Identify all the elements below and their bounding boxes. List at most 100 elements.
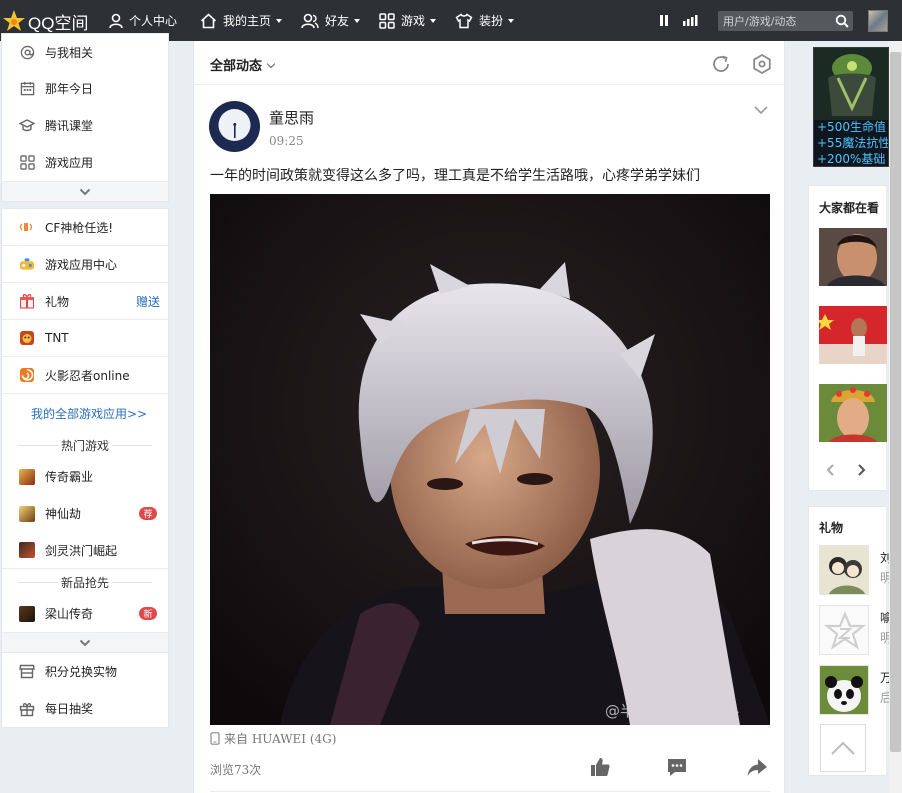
liangshan-game-icon [19,605,35,622]
sidebar-item-mentions[interactable]: 与我相关 [2,34,168,70]
qzone-star-icon [820,606,868,654]
post-photo[interactable]: @半撩米 | 英语杰斗 [210,194,770,725]
at-icon [20,45,34,59]
chevron-down-icon [266,59,276,69]
sidebar-top-panel: 与我相关 那年今日 腾讯课堂 游戏应用 [1,33,169,202]
shenxianjie-game-icon [19,505,35,522]
user-icon [109,13,123,28]
sidebar-item-daily-draw[interactable]: 每日抽奖 [2,690,168,727]
nav-label: 好友 [325,14,350,28]
back-to-top-button[interactable] [820,724,866,772]
sidebar-item-label: TNT [45,331,69,345]
speaker-icon [19,223,33,231]
signal-bars-icon[interactable] [682,14,698,27]
post-source-text: 来自 HUAWEI (4G) [224,732,337,746]
comment-icon[interactable] [666,756,688,778]
post-author-avatar[interactable] [209,101,260,152]
trending-thumbnail[interactable] [819,228,887,286]
phone-icon [210,732,220,745]
photo-illustration: @半撩米 | 英语杰斗 [210,194,770,725]
gift-thumbnail[interactable] [819,665,869,715]
athlete-photo [819,306,887,364]
nav-label: 游戏 [401,14,426,28]
hot-games-title: 热门游戏 [2,432,168,458]
sidebar-item-label: 游戏应用 [45,156,94,170]
chevron-down-icon[interactable] [754,105,768,115]
sidebar-item-jianling[interactable]: 剑灵洪门崛起 [2,532,168,569]
graduation-cap-icon [19,119,35,132]
nav-games[interactable]: 游戏 [379,0,437,41]
sidebar-item-naruto[interactable]: 火影忍者online [2,357,168,394]
couple-drawing-image [820,546,868,594]
tshirt-icon [455,12,473,28]
friends-icon [301,13,319,28]
sidebar-item-chuanqi[interactable]: 传奇霸业 [2,458,168,495]
expand-button[interactable] [2,632,168,652]
settings-icon[interactable] [751,53,773,75]
new-games-title: 新品抢先 [2,569,168,595]
search-input[interactable] [718,11,828,31]
nav-friends[interactable]: 好友 [301,0,361,41]
sidebar-item-label: 每日抽奖 [45,702,94,716]
user-avatar[interactable] [868,10,888,32]
gift-box-icon [19,702,35,716]
feed-header: 全部动态 [194,41,784,85]
game-center-icon [19,257,35,270]
sidebar-item-game-apps[interactable]: 游戏应用 [2,144,168,181]
trending-thumbnail[interactable] [819,384,887,442]
store-icon [19,664,35,679]
search-box [718,11,853,31]
sidebar-item-gift[interactable]: 礼物 赠送 [2,283,168,320]
scrollbar-thumb[interactable] [890,52,901,752]
nav-label: 个人中心 [129,14,178,28]
nav-my-homepage[interactable]: 我的主页 [200,0,283,41]
new-badge: 新 [139,607,157,620]
post-view-count: 浏览73次 [210,763,262,777]
sidebar-item-game-center[interactable]: 游戏应用中心 [2,246,168,283]
game-ad-banner[interactable]: +500生命值 +55魔法抗性 +200%基础 [813,47,889,167]
chevron-right-icon[interactable] [857,463,867,477]
expand-button[interactable] [2,181,168,201]
qzone-logo[interactable]: QQ空间 [2,8,88,34]
gift-thumbnail[interactable] [819,545,869,595]
costume-photo [819,384,887,442]
feed-filter-dropdown[interactable]: 全部动态 [210,55,276,74]
section-title-text: 新品抢先 [60,575,109,590]
ad-text-line: +500生命值 [817,120,886,134]
nav-dressup[interactable]: 装扮 [455,0,515,41]
chevron-down-icon [276,18,283,23]
search-icon[interactable] [835,14,849,28]
chevron-down-icon [354,18,361,23]
panda-image [820,666,868,714]
sidebar-item-liangshan[interactable]: 梁山传奇 新 [2,595,168,632]
naruto-icon [20,368,34,382]
chuanqi-game-icon [19,468,35,485]
sidebar-item-tnt[interactable]: TNT [2,320,168,357]
post-text: 一年的时间政策就变得这么多了吗，理工真是不给学生活路哦，心疼学弟学妹们 [210,168,700,184]
sidebar-item-classroom[interactable]: 腾讯课堂 [2,107,168,144]
sidebar-item-label: 腾讯课堂 [45,119,94,133]
trending-panel: 大家都在看 [808,185,887,491]
sidebar-item-label: 游戏应用中心 [45,257,118,272]
refresh-icon[interactable] [710,53,732,75]
sidebar-item-label: 神仙劫 [45,507,82,521]
grid-icon [19,155,35,170]
all-games-link[interactable]: 我的全部游戏应用>> [2,394,168,432]
pause-icon[interactable] [658,14,670,27]
trending-thumbnail[interactable] [819,306,887,364]
sidebar-item-points-store[interactable]: 积分兑换实物 [2,653,168,690]
gift-thumbnail[interactable] [819,605,869,655]
chevron-left-icon[interactable] [825,463,835,477]
post-time: 09:25 [269,134,304,148]
feed-title-text: 全部动态 [210,59,263,74]
send-gift-link[interactable]: 赠送 [136,293,160,310]
sidebar-item-shenxianjie[interactable]: 神仙劫 荐 [2,495,168,532]
post-author-name[interactable]: 童思雨 [269,107,314,128]
share-icon[interactable] [746,756,768,778]
sidebar-item-memories[interactable]: 那年今日 [2,70,168,107]
ad-text-line: +200%基础 [817,152,886,166]
like-icon[interactable] [589,756,611,778]
left-sidebar: 与我相关 那年今日 腾讯课堂 游戏应用 CF神枪任选! 游戏应用中心 礼物 赠送… [1,33,169,734]
sidebar-item-cf[interactable]: CF神枪任选! [2,209,168,246]
gift-icon [20,294,34,309]
